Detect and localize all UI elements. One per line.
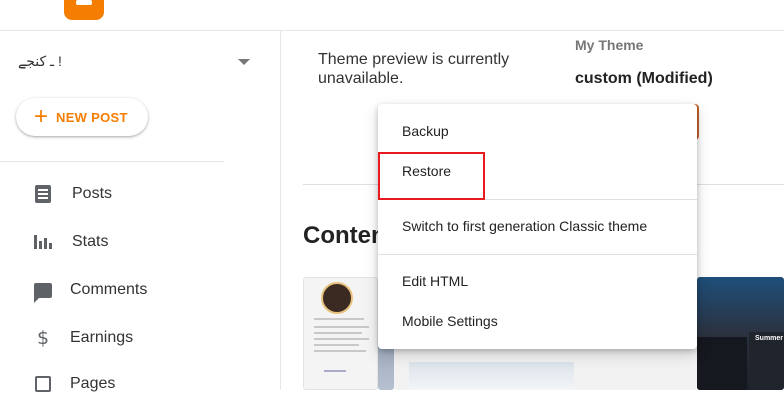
sidebar-item-posts[interactable]: Posts <box>0 174 224 214</box>
menu-item-label: Backup <box>402 123 449 139</box>
dollar-icon: $ <box>36 327 50 349</box>
highlight-box <box>378 152 485 200</box>
menu-item-label: Mobile Settings <box>402 313 498 329</box>
theme-options-menu: Backup Restore Switch to first generatio… <box>378 104 697 349</box>
stats-icon <box>34 233 52 251</box>
sidebar-item-label: Posts <box>72 185 113 202</box>
content-heading: Conten <box>303 222 386 249</box>
theme-thumbnail[interactable] <box>303 277 378 390</box>
sidebar-item-pages[interactable]: Pages <box>0 364 224 404</box>
menu-divider <box>378 254 697 255</box>
thumbnail-caption: Summer <box>755 335 784 342</box>
blogger-logo-icon[interactable] <box>64 0 104 20</box>
pages-icon <box>34 375 52 393</box>
new-post-label: NEW POST <box>56 109 128 125</box>
chevron-down-icon[interactable] <box>238 59 250 65</box>
top-bar <box>0 0 784 31</box>
sidebar-item-comments[interactable]: Comments <box>0 270 224 310</box>
theme-thumbnail[interactable]: Summer <box>697 277 784 390</box>
sidebar-item-earnings[interactable]: $ Earnings <box>0 318 224 358</box>
sidebar-divider <box>0 161 224 162</box>
sidebar-item-label: Pages <box>70 375 116 392</box>
hamburger-icon[interactable] <box>26 0 46 4</box>
blog-name[interactable]: ! ـ کنجے <box>18 53 62 70</box>
sidebar-item-stats[interactable]: Stats <box>0 222 224 262</box>
preview-unavailable-text: Theme preview is currently unavailable. <box>318 51 510 87</box>
posts-icon <box>34 185 52 203</box>
plus-icon: + <box>34 103 49 130</box>
sidebar-item-label: Stats <box>72 233 109 250</box>
sidebar-item-label: Earnings <box>70 329 134 346</box>
sidebar-item-label: Comments <box>70 281 148 298</box>
menu-item-label: Edit HTML <box>402 273 469 289</box>
menu-item-mobile-settings[interactable]: Mobile Settings <box>378 301 697 341</box>
sidebar: ! ـ کنجے + NEW POST Posts Stats Comments… <box>0 31 281 392</box>
menu-item-classic-theme[interactable]: Switch to first generation Classic theme <box>378 206 697 246</box>
menu-item-backup[interactable]: Backup <box>378 111 697 151</box>
menu-item-edit-html[interactable]: Edit HTML <box>378 261 697 301</box>
new-post-button[interactable]: + NEW POST <box>16 98 148 136</box>
my-theme-label: My Theme <box>575 37 644 53</box>
theme-name: custom (Modified) <box>575 70 713 87</box>
comments-icon <box>34 281 52 303</box>
menu-item-label: Switch to first generation Classic theme <box>402 218 648 234</box>
avatar <box>321 282 353 314</box>
